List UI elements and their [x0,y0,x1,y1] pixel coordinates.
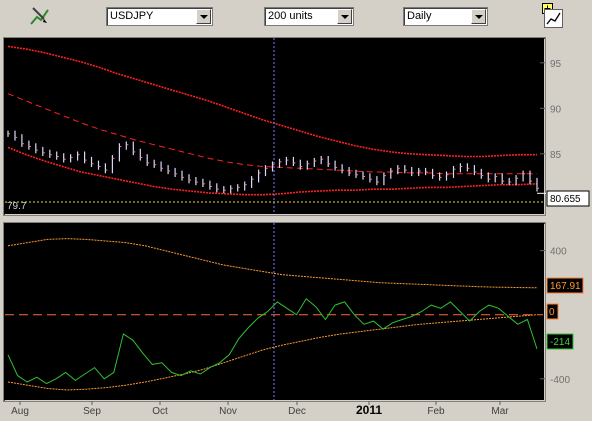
x-tick-label: Aug [11,406,29,417]
chart-area[interactable]: 95 90 85 400 -400 Aug Sep Oct Nov Dec 2011 Feb Mar 7… [0,0,592,421]
low-marker-label: 79.7 [7,201,27,212]
last-price-label: 80.655 [550,194,581,205]
price-y-tick-label: 85 [550,150,562,161]
x-tick-label: Oct [152,406,168,417]
osc-upper-label: 167.91 [550,281,581,292]
x-tick-label: 2011 [356,403,382,417]
x-tick-label: Dec [288,406,306,417]
price-y-tick-label: 95 [550,59,562,70]
osc-zero-label: 0 [549,307,555,318]
x-tick-label: Nov [219,406,237,417]
osc-current-label: -214 [550,337,570,348]
x-tick-label: Mar [491,406,509,417]
x-tick-label: Feb [427,406,445,417]
osc-y-tick-label: 400 [550,247,567,258]
x-tick-label: Sep [83,406,101,417]
price-y-tick-label: 90 [550,104,562,115]
osc-y-tick-label: -400 [550,375,570,386]
